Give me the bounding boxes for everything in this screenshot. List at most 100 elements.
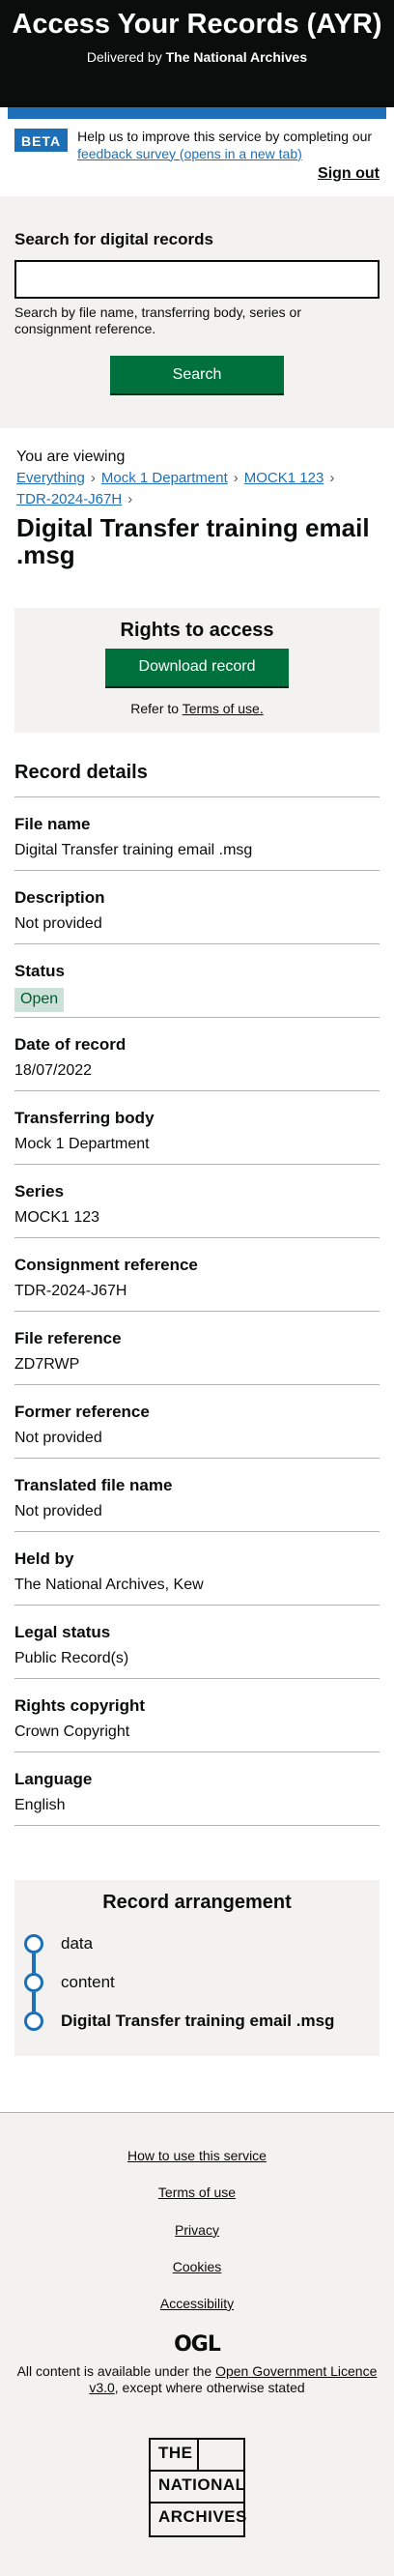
sign-out-link[interactable]: Sign out (318, 165, 380, 182)
detail-value: TDR-2024-J67H (14, 1283, 127, 1300)
detail-row-held-by: Held by The National Archives, Kew (14, 1532, 380, 1606)
detail-label: Rights copyright (14, 1696, 146, 1716)
detail-value: Digital Transfer training email .msg (14, 842, 253, 859)
detail-label: Former reference (14, 1403, 150, 1422)
logo-word: THE (151, 2439, 199, 2470)
viewing-block: You are viewing Everything › Mock 1 Depart… (0, 428, 394, 568)
detail-label: Held by (14, 1549, 74, 1569)
delivered-by: Delivered by The National Archives (86, 48, 308, 65)
chevron-right-icon: › (329, 470, 335, 487)
phase-banner: BETA Help us to improve this service by … (0, 119, 394, 162)
detail-value: MOCK1 123 (14, 1209, 100, 1227)
detail-row-description: Description Not provided (14, 871, 380, 945)
footer-link-how-to-use[interactable]: How to use this service (14, 2147, 380, 2164)
service-title: Access Your Records (AYR) (12, 9, 382, 40)
ogl-logo: OGL (174, 2332, 221, 2358)
site-footer: How to use this service Terms of use Pri… (0, 2112, 394, 2576)
detail-value: 18/07/2022 (14, 1062, 93, 1080)
logo-word: ARCHIVES (158, 2506, 247, 2526)
breadcrumb-transferring-body[interactable]: Mock 1 Department (101, 470, 228, 486)
detail-row-legal-status: Legal status Public Record(s) (14, 1606, 380, 1680)
viewing-intro: You are viewing (16, 449, 126, 466)
detail-value: Mock 1 Department (14, 1136, 150, 1153)
breadcrumb-series[interactable]: MOCK1 123 (244, 470, 324, 486)
detail-row-rights-copyright: Rights copyright Crown Copyright (14, 1679, 380, 1753)
detail-label: Status (14, 962, 65, 981)
footer-link-privacy[interactable]: Privacy (14, 2221, 380, 2239)
detail-value: The National Archives, Kew (14, 1577, 204, 1594)
detail-label: Series (14, 1182, 65, 1201)
chevron-right-icon: › (90, 470, 96, 487)
arrangement-label: Digital Transfer training email .msg (61, 2012, 335, 2031)
detail-value: Open (14, 988, 380, 1013)
arrangement-item-current: Digital Transfer training email .msg (24, 2002, 370, 2041)
detail-label: Legal status (14, 1623, 111, 1642)
detail-value: ZD7RWP (14, 1356, 80, 1374)
detail-row-file-name: File name Digital Transfer training email… (14, 797, 380, 872)
record-details-heading: Record details (14, 760, 380, 798)
search-button[interactable]: Search (110, 356, 284, 394)
chevron-right-icon: › (233, 470, 239, 487)
header-accent-bar (8, 107, 386, 119)
arrangement-item-folder[interactable]: data (24, 1925, 370, 1974)
record-arrangement: Record arrangement data content Digital … (14, 1880, 380, 2057)
detail-label: Consignment reference (14, 1256, 198, 1275)
detail-label: File name (14, 815, 91, 834)
detail-value: Not provided (14, 1503, 102, 1520)
record-panel: You are viewing Everything › Mock 1 Depart… (0, 428, 394, 2113)
footer-link-accessibility[interactable]: Accessibility (14, 2295, 380, 2312)
feedback-survey-link[interactable]: feedback survey (opens in a new tab) (77, 146, 302, 161)
record-details: Record details File name Digital Transfer… (0, 733, 394, 1827)
breadcrumb-everything[interactable]: Everything (16, 470, 85, 486)
chevron-right-icon: › (127, 491, 133, 508)
terms-of-use-link[interactable]: Terms of use. (183, 701, 264, 716)
national-archives-logo: THE NATIONAL ARCHIVES (149, 2437, 247, 2537)
detail-label: File reference (14, 1329, 122, 1348)
detail-row-series: Series MOCK1 123 (14, 1165, 380, 1239)
site-header: Access Your Records (AYR) Delivered by T… (0, 0, 394, 107)
status-badge: Open (14, 988, 65, 1013)
node-circle-icon (24, 2012, 43, 2032)
beta-text: Help us to improve this service by compl… (77, 129, 373, 161)
detail-label: Transferring body (14, 1109, 155, 1128)
detail-row-file-reference: File reference ZD7RWP (14, 1312, 380, 1386)
detail-row-consignment: Consignment reference TDR-2024-J67H (14, 1238, 380, 1313)
detail-row-status: Status Open (14, 944, 380, 1019)
node-circle-icon (24, 1934, 43, 1954)
beta-tag: BETA (14, 129, 69, 153)
detail-value: Not provided (14, 1430, 102, 1447)
footer-link-cookies[interactable]: Cookies (14, 2258, 380, 2275)
detail-value: Crown Copyright (14, 1723, 130, 1741)
detail-label: Description (14, 888, 105, 908)
page-body: BETA Help us to improve this service by … (0, 107, 394, 196)
rights-to-access-box: Rights to access Download record Refer t… (14, 607, 380, 734)
record-details-list: File name Digital Transfer training email… (14, 797, 380, 1827)
download-record-button[interactable]: Download record (105, 648, 289, 686)
detail-label: Language (14, 1770, 93, 1789)
logo-word: NATIONAL (151, 2472, 245, 2504)
detail-row-former-reference: Former reference Not provided (14, 1385, 380, 1460)
search-hint: Search by file name, transferring body, … (14, 304, 301, 336)
detail-value: Public Record(s) (14, 1650, 129, 1667)
detail-label: Date of record (14, 1035, 127, 1055)
arrangement-label: content (61, 1973, 115, 1992)
detail-label: Translated file name (14, 1476, 173, 1495)
node-circle-icon (24, 1973, 43, 1993)
arrangement-item-folder[interactable]: content (24, 1963, 370, 2012)
org-name: The National Archives (165, 48, 308, 65)
breadcrumb-consignment[interactable]: TDR-2024-J67H (16, 491, 122, 507)
detail-row-date: Date of record 18/07/2022 (14, 1018, 380, 1092)
search-section: Search for digital records Search by fil… (0, 196, 394, 429)
detail-row-translated-name: Translated file name Not provided (14, 1459, 380, 1533)
arrangement-label: data (61, 1934, 94, 1954)
detail-row-language: Language English (14, 1752, 380, 1827)
breadcrumb: Everything › Mock 1 Department › MOCK1 123 › T… (16, 468, 378, 510)
terms-note: Refer to Terms of use. (130, 700, 264, 716)
footer-link-terms[interactable]: Terms of use (14, 2184, 380, 2201)
search-label: Search for digital records (14, 229, 213, 248)
detail-value: Not provided (14, 915, 102, 933)
signout-row: Sign out (0, 162, 394, 196)
search-input[interactable] (14, 259, 380, 299)
detail-value: English (14, 1797, 66, 1814)
